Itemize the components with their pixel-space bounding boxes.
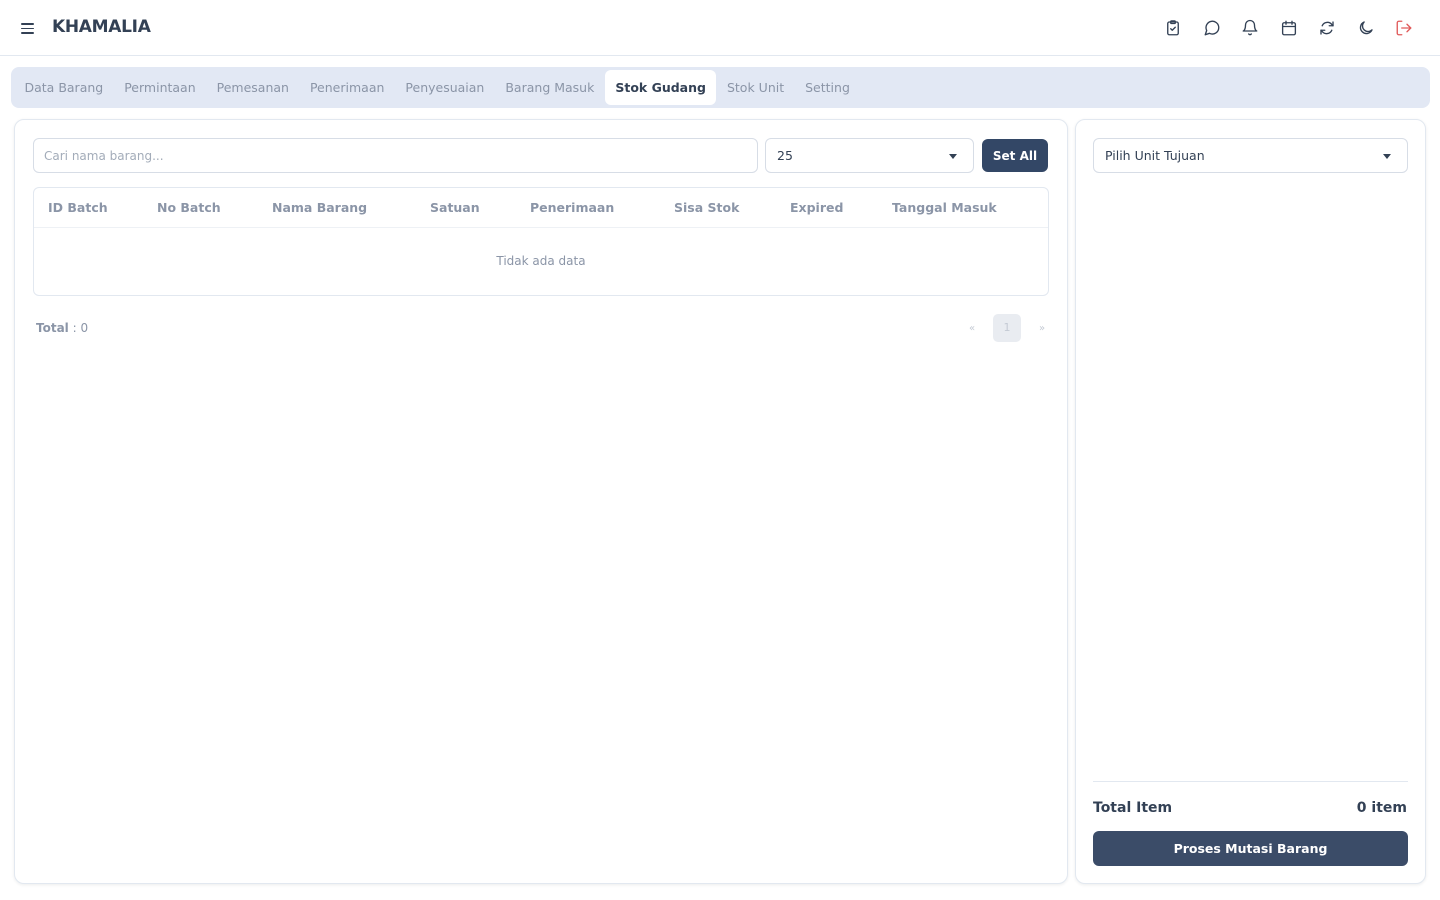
column-header-id-batch[interactable]: ID Batch <box>48 200 108 215</box>
process-mutation-button[interactable]: Proses Mutasi Barang <box>1093 831 1408 866</box>
total-label: Total <box>36 321 69 335</box>
total-item-value: 0 item <box>1356 800 1407 816</box>
set-all-button[interactable]: Set All <box>982 139 1048 172</box>
clipboard-check-icon[interactable] <box>1161 16 1185 40</box>
column-header-satuan[interactable]: Satuan <box>430 200 480 215</box>
tab-setting[interactable]: Setting <box>795 70 861 105</box>
search-input[interactable] <box>33 138 758 173</box>
divider <box>1093 781 1408 782</box>
total-value: : 0 <box>68 321 89 335</box>
pagination-prev-button[interactable]: « <box>961 323 983 334</box>
page-size-select[interactable]: 25 <box>765 138 974 173</box>
header-actions <box>1161 16 1416 40</box>
column-header-nama-barang[interactable]: Nama Barang <box>272 200 367 215</box>
table-header: ID Batch No Batch Nama Barang Satuan Pen… <box>34 188 1048 228</box>
tab-stok-gudang[interactable]: Stok Gudang <box>604 70 717 105</box>
destination-unit-placeholder: Pilih Unit Tujuan <box>1105 148 1205 163</box>
column-header-expired[interactable]: Expired <box>790 200 843 215</box>
mutation-panel: Pilih Unit Tujuan Total Item 0 item Pros… <box>1075 119 1426 884</box>
pagination-next-button[interactable]: » <box>1031 323 1053 334</box>
page-size-value: 25 <box>777 148 793 163</box>
stock-list-panel: 25 Set All ID Batch No Batch Nama Barang… <box>14 119 1068 884</box>
tab-barang-masuk[interactable]: Barang Masuk <box>495 70 605 105</box>
pagination: « 1 » <box>961 314 1053 342</box>
message-circle-icon[interactable] <box>1200 16 1224 40</box>
tab-data-barang[interactable]: Data Barang <box>14 70 114 105</box>
pagination-page-button[interactable]: 1 <box>993 314 1021 342</box>
calendar-icon[interactable] <box>1277 16 1301 40</box>
tab-penyesuaian[interactable]: Penyesuaian <box>395 70 495 105</box>
app-brand: KHAMALIA <box>52 17 151 37</box>
logout-icon[interactable] <box>1392 16 1416 40</box>
module-tabs: Data Barang Permintaan Pemesanan Penerim… <box>11 67 1430 108</box>
destination-unit-select[interactable]: Pilih Unit Tujuan <box>1093 138 1408 173</box>
column-header-tanggal-masuk[interactable]: Tanggal Masuk <box>892 200 997 215</box>
tab-pemesanan[interactable]: Pemesanan <box>206 70 299 105</box>
column-header-sisa-stok[interactable]: Sisa Stok <box>674 200 739 215</box>
bell-icon[interactable] <box>1238 16 1262 40</box>
chevron-down-icon <box>1383 154 1391 159</box>
hamburger-menu-icon[interactable] <box>19 18 37 38</box>
tab-permintaan[interactable]: Permintaan <box>114 70 206 105</box>
chevron-down-icon <box>949 154 957 159</box>
column-header-penerimaan[interactable]: Penerimaan <box>530 200 614 215</box>
total-count: Total : 0 <box>36 321 88 335</box>
moon-icon[interactable] <box>1354 16 1378 40</box>
tab-stok-unit[interactable]: Stok Unit <box>716 70 794 105</box>
empty-state-text: Tidak ada data <box>496 254 586 268</box>
column-header-no-batch[interactable]: No Batch <box>157 200 221 215</box>
stock-table: ID Batch No Batch Nama Barang Satuan Pen… <box>33 187 1049 296</box>
tab-penerimaan[interactable]: Penerimaan <box>299 70 394 105</box>
top-navbar: KHAMALIA <box>0 0 1440 56</box>
total-item-label: Total Item <box>1093 800 1173 816</box>
refresh-icon[interactable] <box>1315 16 1339 40</box>
